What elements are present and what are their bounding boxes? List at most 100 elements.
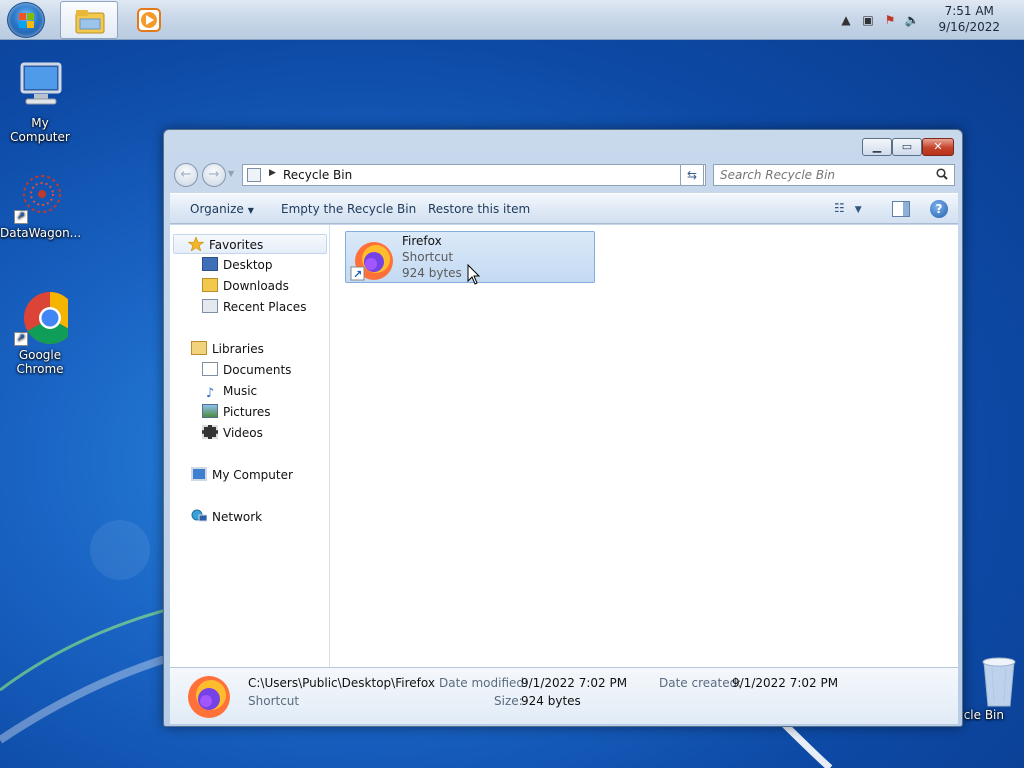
firefox-icon: ↗ [350, 242, 393, 281]
documents-icon [202, 362, 218, 376]
preview-pane-button[interactable] [892, 201, 910, 217]
nav-libraries-label: Libraries [212, 342, 264, 356]
empty-recycle-bin-button[interactable]: Empty the Recycle Bin [281, 202, 416, 216]
desktop-icon-chrome[interactable]: ↗ Google Chrome [0, 290, 80, 376]
clock-date: 9/16/2022 [938, 20, 1000, 34]
network-icon[interactable]: ▣ [860, 12, 876, 28]
details-path: C:\Users\Public\Desktop\Firefox [248, 676, 435, 690]
datawagon-icon: ↗ [12, 168, 68, 224]
command-bar: Organize ▼ Empty the Recycle Bin Restore … [170, 193, 958, 224]
nav-documents-label: Documents [223, 363, 292, 377]
computer-small-icon [191, 467, 207, 481]
nav-documents[interactable]: Documents [202, 360, 291, 380]
taskbar: ▲ ▣ ⚑ 🔈 7:51 AM 9/16/2022 [0, 0, 1024, 40]
show-hidden-icons-icon[interactable]: ▲ [838, 12, 854, 28]
svg-text:↗: ↗ [353, 268, 362, 281]
media-player-icon [137, 8, 161, 32]
desktop-icon-label: My Computer [10, 116, 70, 144]
details-created-value: 9/1/2022 7:02 PM [732, 676, 839, 690]
taskbar-media-player-button[interactable] [120, 1, 178, 39]
minimize-button[interactable]: ▁ [862, 138, 892, 156]
change-view-button[interactable]: ☷ ▼ [834, 201, 868, 219]
desktop-folder-icon [202, 257, 218, 271]
search-box[interactable] [713, 164, 955, 186]
explorer-window: ▁▭✕ ← → ▼ ▶ Recycle Bin ▼ ⇆ Organize▼ Em… [163, 129, 963, 727]
content-area: Favorites Desktop Downloads Recent Place… [170, 225, 958, 667]
restore-item-button[interactable]: Restore this item [428, 202, 530, 216]
maximize-button[interactable]: ▭ [892, 138, 922, 156]
action-center-icon[interactable]: ⚑ [882, 12, 898, 28]
details-type: Shortcut [248, 694, 300, 708]
nav-videos[interactable]: Videos [202, 423, 263, 443]
chrome-icon: ↗ [12, 290, 76, 346]
help-button[interactable]: ? [930, 200, 948, 218]
details-modified-value: 9/1/2022 7:02 PM [521, 676, 628, 690]
chevron-down-icon: ▼ [854, 205, 862, 215]
nav-favorites[interactable]: Favorites [173, 234, 327, 254]
nav-videos-label: Videos [223, 426, 263, 440]
network-globe-icon [191, 509, 208, 523]
details-size-value: 924 bytes [521, 694, 581, 708]
mouse-cursor-icon [467, 264, 481, 285]
details-pane: C:\Users\Public\Desktop\Firefox Shortcut… [170, 667, 958, 724]
nav-favorites-label: Favorites [209, 238, 264, 252]
nav-pictures[interactable]: Pictures [202, 402, 271, 422]
desktop-icon-label: DataWagon... [0, 226, 82, 240]
file-list: ↗ Firefox Shortcut 924 bytes [331, 225, 958, 667]
folder-icon [75, 10, 105, 34]
clock-time: 7:51 AM [944, 4, 994, 18]
nav-pictures-label: Pictures [223, 405, 271, 419]
recycle-bin-icon [968, 652, 1024, 708]
nav-downloads[interactable]: Downloads [202, 276, 289, 296]
chevron-down-icon: ▼ [247, 206, 254, 215]
back-button[interactable]: ← [174, 163, 198, 187]
view-icon: ☷ [834, 201, 845, 215]
navigation-pane: Favorites Desktop Downloads Recent Place… [170, 225, 330, 667]
navigation-bar: ← → ▼ ▶ Recycle Bin ▼ ⇆ [172, 162, 956, 187]
breadcrumb-recycle-bin[interactable]: Recycle Bin [283, 168, 352, 182]
nav-network[interactable]: Network [191, 507, 262, 527]
recent-pages-icon[interactable]: ▼ [228, 169, 234, 178]
nav-downloads-label: Downloads [223, 279, 289, 293]
desktop-icon-datawagon[interactable]: ↗ DataWagon... [0, 168, 82, 240]
libraries-icon [191, 341, 207, 355]
nav-my-computer[interactable]: My Computer [191, 465, 293, 485]
search-input[interactable] [720, 166, 930, 184]
file-type: Shortcut [402, 250, 454, 264]
start-button[interactable] [7, 2, 45, 38]
forward-button[interactable]: → [202, 163, 226, 187]
computer-icon [12, 58, 68, 114]
file-size: 924 bytes [402, 266, 462, 280]
caption-buttons: ▁ ▭ ✕ [862, 138, 954, 156]
star-icon [187, 236, 205, 252]
refresh-button[interactable]: ⇆ [680, 164, 704, 186]
firefox-icon [188, 676, 230, 718]
organize-label: Organize [190, 202, 244, 216]
nav-computer-label: My Computer [212, 468, 293, 482]
details-size-label: Size: [494, 694, 523, 708]
clock[interactable]: 7:51 AM 9/16/2022 [938, 3, 1000, 35]
taskbar-explorer-button[interactable] [60, 1, 118, 39]
nav-music[interactable]: ♪ Music [202, 381, 257, 401]
nav-recent-places[interactable]: Recent Places [202, 297, 306, 317]
shortcut-arrow-icon: ↗ [14, 332, 28, 346]
nav-libraries[interactable]: Libraries [191, 339, 264, 359]
recycle-bin-small-icon [247, 168, 261, 182]
volume-icon[interactable]: 🔈 [904, 12, 920, 28]
downloads-folder-icon [202, 278, 218, 292]
address-bar[interactable]: ▶ Recycle Bin ▼ [242, 164, 706, 186]
details-modified-label: Date modified: [439, 676, 529, 690]
desktop-icon-my-computer[interactable]: My Computer [0, 58, 80, 144]
organize-button[interactable]: Organize ▼ [190, 202, 254, 216]
shortcut-arrow-icon: ↗ [14, 210, 28, 224]
breadcrumb-chevron-icon[interactable]: ▶ [269, 168, 276, 178]
nav-music-label: Music [223, 384, 258, 398]
videos-icon [202, 425, 218, 439]
windows-logo-icon [19, 13, 35, 29]
pictures-icon [202, 404, 218, 418]
recent-places-icon [202, 299, 218, 313]
search-icon[interactable] [936, 168, 948, 180]
file-name: Firefox [402, 234, 442, 248]
nav-desktop[interactable]: Desktop [202, 255, 273, 275]
close-button[interactable]: ✕ [922, 138, 954, 156]
